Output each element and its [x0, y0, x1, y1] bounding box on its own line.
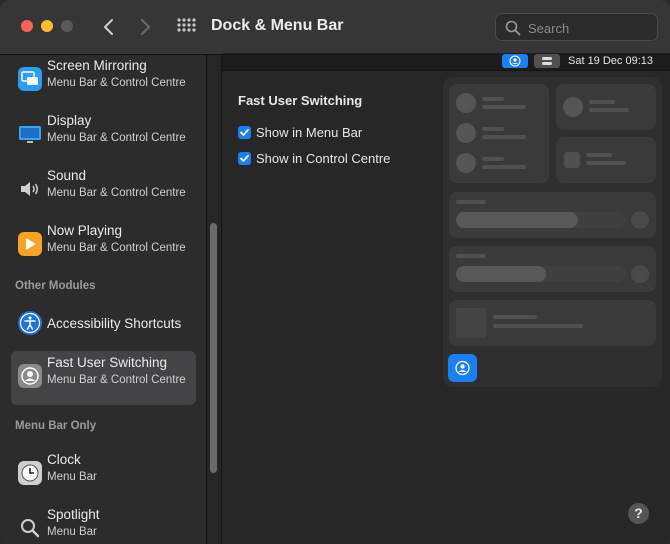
- checkmark-icon: [240, 154, 249, 162]
- sidebar-item-clock[interactable]: Clock Menu Bar: [11, 448, 196, 502]
- preview-tile-now-playing: [449, 300, 656, 346]
- accessibility-icon: [18, 311, 42, 335]
- menu-bar-preview: Sat 19 Dec 09:13: [222, 53, 670, 71]
- preview-bar: [482, 97, 504, 101]
- preview-bar: [589, 108, 629, 112]
- screen-mirroring-icon: [18, 67, 42, 91]
- preview-bar: [482, 127, 504, 131]
- preview-bar: [586, 153, 612, 157]
- section-header-other-modules: Other Modules: [15, 280, 96, 292]
- checkbox-label: Show in Control Centre: [256, 151, 391, 166]
- sidebar-item-sound[interactable]: Sound Menu Bar & Control Centre: [11, 164, 196, 218]
- sidebar-item-display[interactable]: Display Menu Bar & Control Centre: [11, 109, 196, 163]
- sound-icon: [18, 177, 42, 201]
- user-switching-icon: [18, 364, 42, 388]
- preview-tile-focus: [556, 84, 656, 130]
- sidebar-item-subtitle: Menu Bar & Control Centre: [47, 374, 186, 386]
- sidebar-item-title: Screen Mirroring: [47, 58, 147, 73]
- sidebar: Screen Mirroring Menu Bar & Control Cent…: [0, 55, 207, 544]
- preview-slider-fill: [456, 266, 546, 282]
- scroll-thumb[interactable]: [210, 223, 217, 473]
- window-title: Dock & Menu Bar: [211, 17, 344, 34]
- minimize-window-button[interactable]: [41, 20, 53, 32]
- sidebar-item-subtitle: Menu Bar & Control Centre: [47, 242, 186, 254]
- sidebar-item-title: Sound: [47, 168, 87, 183]
- preview-tile-connectivity: [449, 84, 549, 183]
- control-centre-icon: [542, 57, 552, 65]
- preview-bar: [482, 165, 526, 169]
- help-button[interactable]: ?: [628, 503, 649, 524]
- sidebar-item-title: Fast User Switching: [47, 355, 168, 370]
- preview-circle: [456, 93, 476, 113]
- spotlight-icon: [18, 516, 42, 540]
- now-playing-icon: [18, 232, 42, 256]
- preview-bar: [456, 200, 486, 204]
- user-icon: [509, 55, 521, 67]
- clock-icon: [18, 461, 42, 485]
- sidebar-scrollbar[interactable]: [207, 55, 222, 544]
- menu-bar-clock: Sat 19 Dec 09:13: [568, 55, 654, 67]
- user-icon: [455, 360, 470, 376]
- preview-slider-fill: [456, 212, 578, 228]
- forward-button[interactable]: [134, 14, 156, 40]
- show-in-control-centre-checkbox[interactable]: [238, 152, 251, 165]
- sidebar-item-title: Clock: [47, 452, 81, 467]
- checkbox-label: Show in Menu Bar: [256, 125, 363, 140]
- search-input[interactable]: [526, 18, 655, 38]
- preview-tile-display: [449, 192, 656, 238]
- sidebar-item-accessibility-shortcuts[interactable]: Accessibility Shortcuts: [11, 298, 196, 352]
- checkmark-icon: [240, 128, 249, 136]
- preview-tile-mirroring: [556, 137, 656, 183]
- preview-circle: [456, 153, 476, 173]
- preview-bar: [482, 157, 504, 161]
- chevron-left-icon: [104, 19, 113, 35]
- control-centre-preview: [534, 54, 560, 68]
- preview-bar: [493, 324, 583, 328]
- title-bar: Dock & Menu Bar: [0, 0, 670, 55]
- sidebar-item-subtitle: Menu Bar & Control Centre: [47, 77, 186, 89]
- preview-bar: [482, 105, 526, 109]
- sidebar-item-subtitle: Menu Bar: [47, 526, 97, 538]
- display-icon: [18, 122, 42, 146]
- preview-bar: [456, 254, 486, 258]
- section-title: Fast User Switching: [238, 93, 363, 108]
- sidebar-item-screen-mirroring[interactable]: Screen Mirroring Menu Bar & Control Cent…: [11, 55, 196, 108]
- sidebar-item-subtitle: Menu Bar & Control Centre: [47, 187, 186, 199]
- grid-icon: [177, 18, 196, 32]
- show-in-menu-bar-checkbox[interactable]: [238, 126, 251, 139]
- preferences-window: Dock & Menu Bar Screen Mirroring Menu Ba…: [0, 0, 670, 544]
- sidebar-item-subtitle: Menu Bar: [47, 471, 97, 483]
- sidebar-item-title: Accessibility Shortcuts: [47, 316, 182, 331]
- preview-fast-user-switching-tile: [448, 354, 477, 382]
- section-header-menu-bar-only: Menu Bar Only: [15, 420, 97, 432]
- sidebar-item-now-playing[interactable]: Now Playing Menu Bar & Control Centre: [11, 219, 196, 273]
- close-window-button[interactable]: [21, 20, 33, 32]
- preview-circle: [631, 211, 649, 229]
- preview-bar: [586, 161, 626, 165]
- preview-square: [564, 152, 580, 168]
- search-icon: [505, 20, 521, 36]
- preview-bar: [482, 135, 526, 139]
- sidebar-item-spotlight[interactable]: Spotlight Menu Bar: [11, 503, 196, 544]
- preview-circle: [456, 123, 476, 143]
- preview-bar: [493, 315, 537, 319]
- search-field[interactable]: [495, 13, 658, 41]
- sidebar-item-title: Spotlight: [47, 507, 100, 522]
- preview-bar: [589, 100, 615, 104]
- back-button[interactable]: [98, 14, 120, 40]
- control-centre-preview-panel: [443, 77, 662, 387]
- preview-circle: [631, 265, 649, 283]
- sidebar-item-subtitle: Menu Bar & Control Centre: [47, 132, 186, 144]
- sidebar-item-title: Display: [47, 113, 92, 128]
- zoom-window-button[interactable]: [61, 20, 73, 32]
- chevron-right-icon: [141, 19, 150, 35]
- preview-circle: [563, 97, 583, 117]
- preview-tile-sound: [449, 246, 656, 292]
- sidebar-item-title: Now Playing: [47, 223, 123, 238]
- show-all-button[interactable]: [176, 17, 196, 37]
- preview-artwork: [456, 308, 486, 338]
- sidebar-item-fast-user-switching[interactable]: Fast User Switching Menu Bar & Control C…: [11, 351, 196, 405]
- user-menu-preview: [502, 54, 528, 68]
